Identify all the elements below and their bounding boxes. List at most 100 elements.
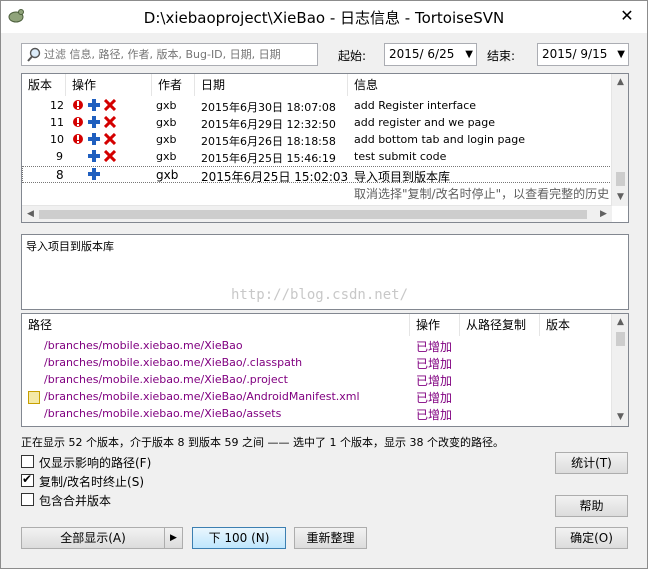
add-icon (88, 133, 100, 145)
col-header-revision[interactable]: 版本 (540, 314, 612, 336)
watermark: http://blog.csdn.net/ (231, 287, 409, 303)
path-row[interactable]: /branches/mobile.xiebao.me/XieBao/.proje… (22, 372, 612, 389)
revision-list[interactable]: 版本 操作 作者 日期 信息 12 gxb 2015年6月30日 18:07:0… (21, 73, 629, 223)
path-action: 已增加 (416, 357, 453, 371)
ok-button[interactable]: 确定(O) (555, 527, 628, 549)
only-affected-paths-label: 仅显示影响的路径(F) (39, 456, 152, 470)
scroll-left-icon[interactable]: ◀ (22, 206, 39, 222)
include-merged-label: 包含合并版本 (39, 494, 112, 508)
revision-date: 2015年6月25日 15:46:19 (201, 152, 336, 165)
stop-on-copy-checkbox[interactable] (21, 472, 34, 487)
to-date-picker[interactable]: 2015/ 9/15 ▼ (537, 43, 629, 66)
from-date-label: 起始: (338, 49, 367, 63)
revision-author: gxb (156, 168, 179, 182)
scroll-up-icon[interactable]: ▲ (612, 314, 628, 331)
revision-number: 12 (50, 99, 64, 112)
paths-vscrollbar[interactable]: ▲ ▼ (611, 314, 628, 426)
help-button[interactable]: 帮助 (555, 495, 628, 517)
changed-paths-list[interactable]: 路径 操作 从路径复制 版本 /branches/mobile.xiebao.m… (21, 313, 629, 427)
revision-row-selected[interactable]: 8 gxb 2015年6月25日 15:02:03 导入项目到版本库 (22, 166, 612, 184)
modify-icon (73, 134, 83, 144)
path-row[interactable]: /branches/mobile.xiebao.me/XieBao/.class… (22, 355, 612, 372)
revision-date: 2015年6月30日 18:07:08 (201, 101, 336, 114)
scroll-up-icon[interactable]: ▲ (612, 74, 628, 91)
path-action: 已增加 (416, 374, 453, 388)
revision-date: 2015年6月26日 18:18:58 (201, 135, 336, 148)
revision-row[interactable]: 9 gxb 2015年6月25日 15:46:19 test submit co… (22, 149, 612, 166)
revision-message: test submit code (354, 150, 447, 163)
window-title: D:\xiebaoproject\XieBao - 日志信息 - Tortois… (143, 9, 505, 27)
add-icon (88, 150, 100, 162)
revision-author: gxb (156, 99, 177, 112)
scroll-thumb[interactable] (616, 332, 625, 346)
include-merged-checkbox[interactable] (21, 493, 34, 506)
scroll-down-icon[interactable]: ▼ (612, 189, 628, 206)
modify-icon (73, 117, 83, 127)
revision-message: add register and we page (354, 116, 496, 129)
path-row[interactable]: /branches/mobile.xiebao.me/XieBao/Androi… (22, 389, 612, 406)
from-date-picker[interactable]: 2015/ 6/25 ▼ (384, 43, 477, 66)
only-affected-paths-checkbox[interactable] (21, 455, 34, 468)
add-icon (88, 168, 100, 180)
close-button[interactable]: ✕ (615, 5, 639, 27)
path-action: 已增加 (416, 340, 453, 354)
status-text: 正在显示 52 个版本，介于版本 8 到版本 59 之间 —— 选中了 1 个版… (21, 436, 504, 449)
modify-icon (73, 100, 83, 110)
revision-message: add bottom tab and login page (354, 133, 525, 146)
path-value: /branches/mobile.xiebao.me/XieBao/.class… (44, 356, 303, 369)
xml-file-icon (28, 391, 40, 404)
delete-icon (104, 116, 116, 128)
refresh-button[interactable]: 重新整理 (294, 527, 367, 549)
history-hint-row: 取消选择"复制/改名时停止"，以查看完整的历史 (22, 184, 612, 201)
col-header-copyfrom[interactable]: 从路径复制 (460, 314, 540, 336)
revision-number: 11 (50, 116, 64, 129)
revision-number: 8 (56, 168, 64, 182)
col-header-author[interactable]: 作者 (152, 74, 195, 96)
revision-row[interactable]: 11 gxb 2015年6月29日 12:32:50 add register … (22, 115, 612, 132)
chevron-right-icon[interactable]: ▶ (164, 528, 182, 548)
col-header-actions[interactable]: 操作 (66, 74, 152, 96)
revision-row[interactable]: 10 gxb 2015年6月26日 18:18:58 add bottom ta… (22, 132, 612, 149)
col-header-date[interactable]: 日期 (195, 74, 348, 96)
scroll-right-icon[interactable]: ▶ (595, 206, 612, 222)
path-value: /branches/mobile.xiebao.me/XieBao/.proje… (44, 373, 288, 386)
col-header-revision[interactable]: 版本 (22, 74, 66, 96)
chevron-down-icon: ▼ (465, 49, 473, 60)
filter-box[interactable] (21, 43, 318, 66)
scroll-down-icon[interactable]: ▼ (612, 409, 628, 426)
path-action: 已增加 (416, 408, 453, 422)
history-hint: 取消选择"复制/改名时停止"，以查看完整的历史 (354, 187, 610, 201)
scroll-thumb[interactable] (616, 172, 625, 186)
col-header-message[interactable]: 信息 (348, 74, 612, 96)
revision-author: gxb (156, 116, 177, 129)
revision-number: 9 (56, 150, 63, 163)
revision-date: 2015年6月25日 15:02:03 (201, 170, 349, 184)
to-date-value: 2015/ 9/15 (542, 47, 608, 61)
filter-input[interactable] (44, 46, 314, 63)
delete-icon (104, 150, 116, 162)
add-icon (88, 116, 100, 128)
col-header-action[interactable]: 操作 (410, 314, 460, 336)
path-row[interactable]: /branches/mobile.xiebao.me/XieBao 已增加 (22, 338, 612, 355)
statistics-button[interactable]: 统计(T) (555, 452, 628, 474)
path-value: /branches/mobile.xiebao.me/XieBao/assets (44, 407, 282, 420)
scroll-thumb[interactable] (39, 210, 587, 219)
revision-list-hscrollbar[interactable]: ◀ ▶ (22, 205, 612, 222)
revision-message: 导入项目到版本库 (354, 170, 451, 184)
path-action: 已增加 (416, 391, 453, 405)
revision-row[interactable]: 12 gxb 2015年6月30日 18:07:08 add Register … (22, 98, 612, 115)
path-value: /branches/mobile.xiebao.me/XieBao/Androi… (44, 390, 360, 403)
show-all-button[interactable]: 全部显示(A) ▶ (21, 527, 183, 549)
revision-list-vscrollbar[interactable]: ▲ ▼ (611, 74, 628, 206)
to-date-label: 结束: (487, 49, 516, 63)
delete-icon (104, 99, 116, 111)
col-header-path[interactable]: 路径 (22, 314, 410, 336)
next-100-button[interactable]: 下 100 (N) (192, 527, 286, 549)
add-icon (88, 99, 100, 111)
path-row[interactable]: /branches/mobile.xiebao.me/XieBao/assets… (22, 406, 612, 423)
stop-on-copy-label: 复制/改名时终止(S) (39, 475, 145, 489)
log-message-text: 导入项目到版本库 (26, 240, 114, 253)
delete-icon (104, 133, 116, 145)
show-all-label: 全部显示(A) (60, 531, 126, 545)
search-icon (27, 47, 41, 62)
